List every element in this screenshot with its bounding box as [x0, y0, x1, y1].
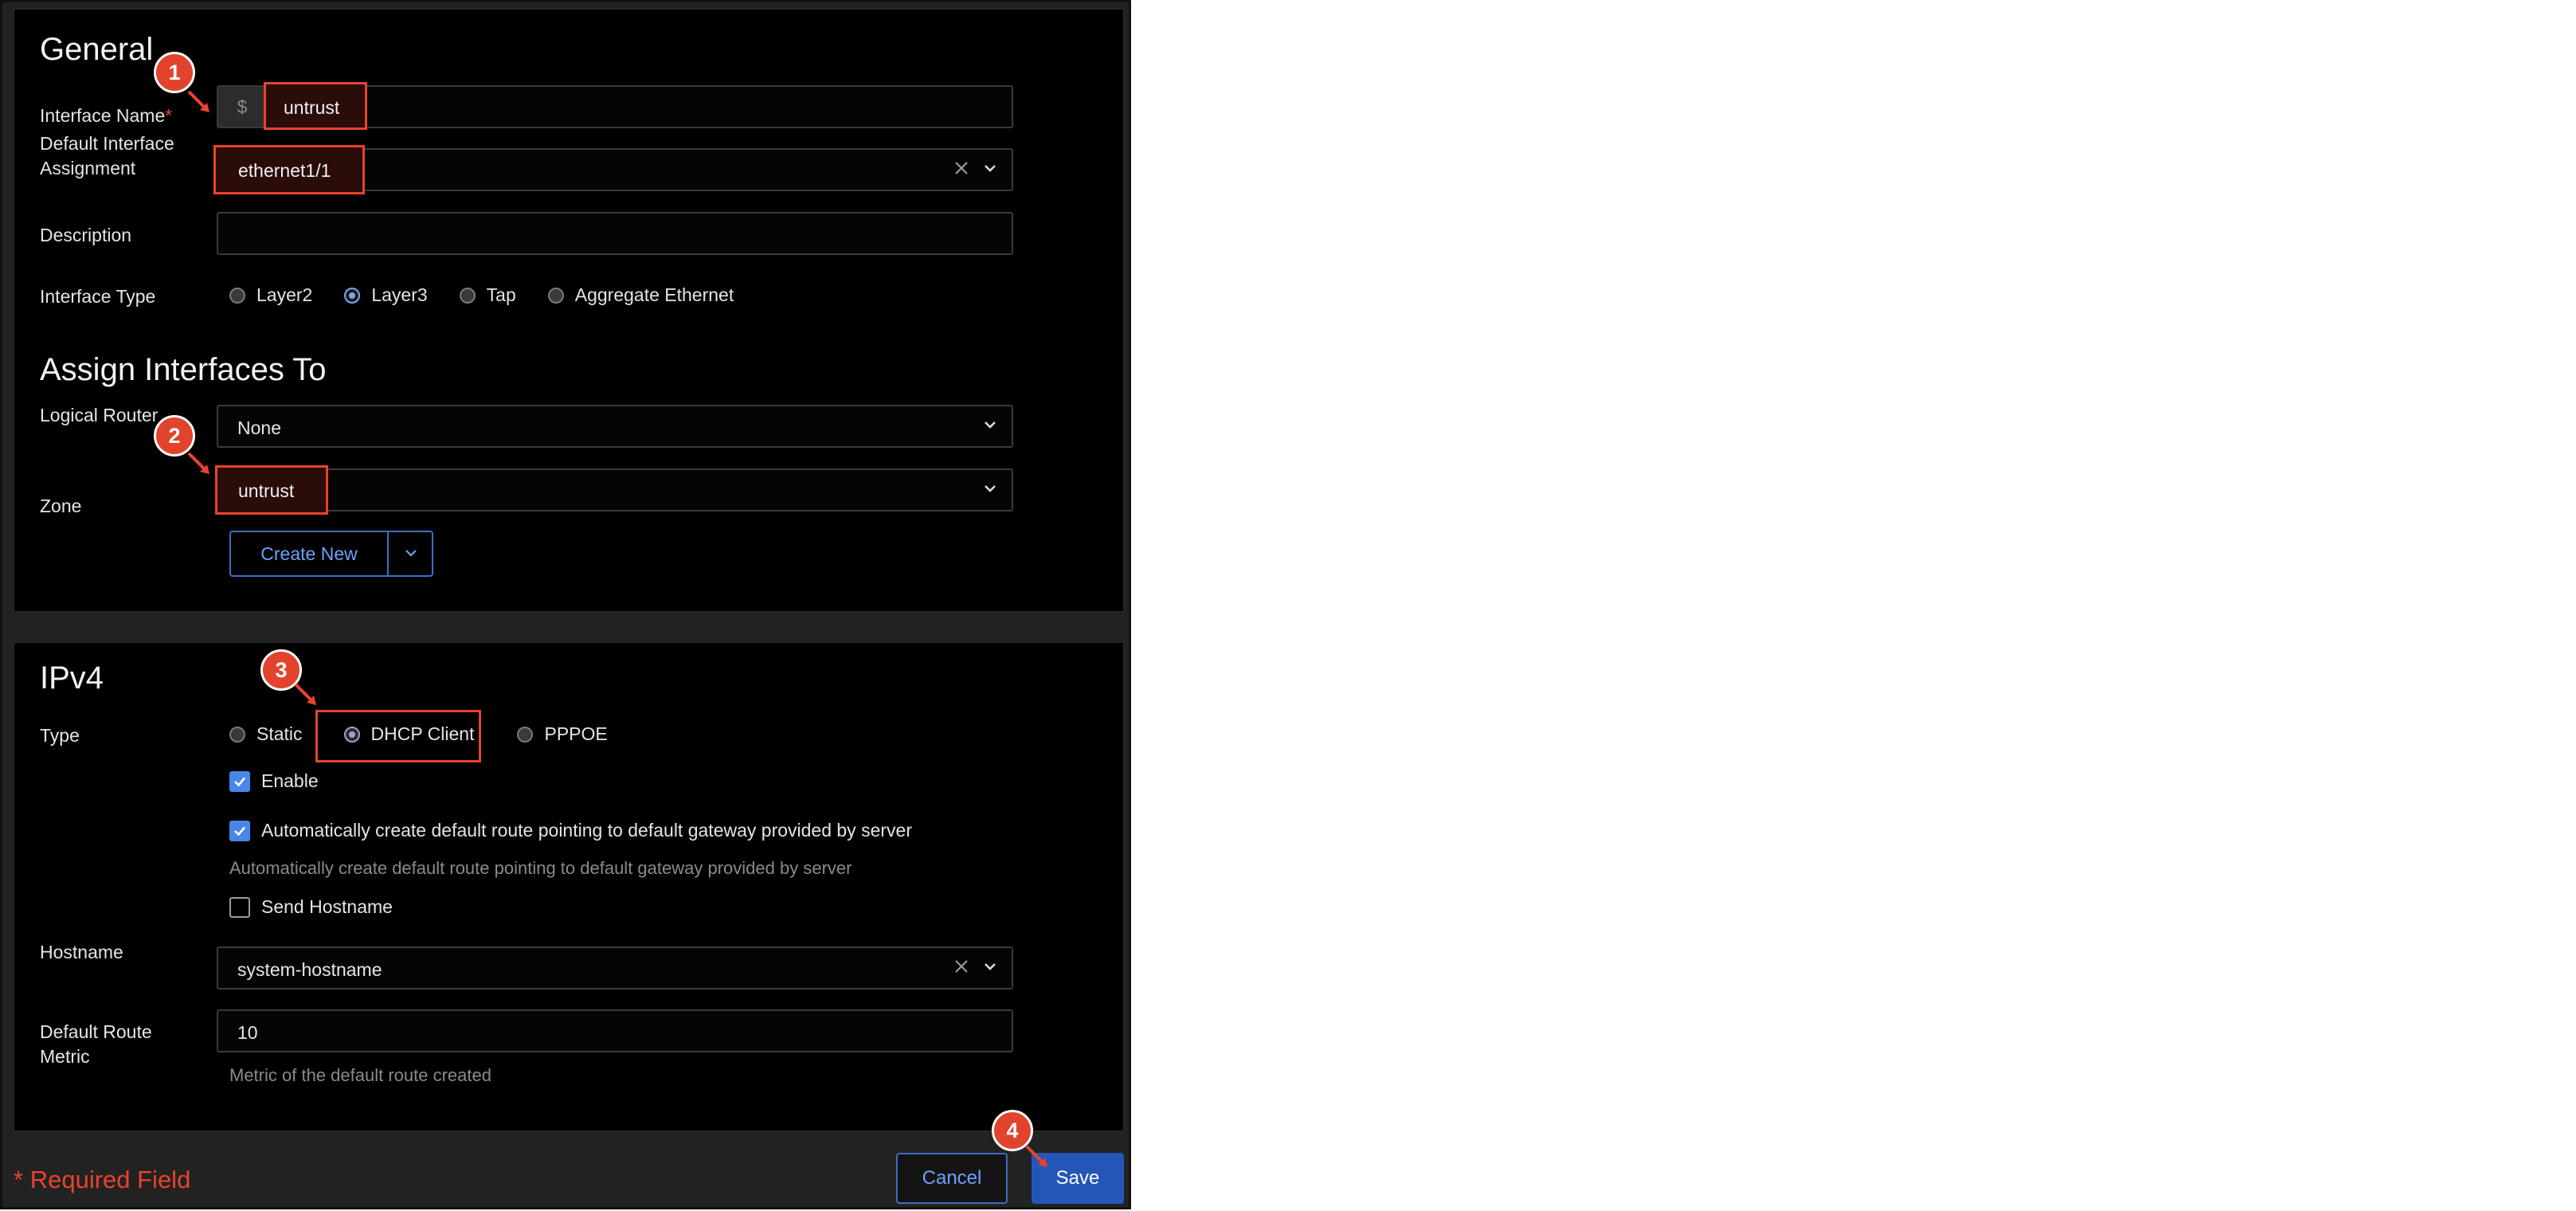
required-field-note: * Required Field: [14, 1166, 191, 1193]
annotation-arrow-icon: [187, 90, 209, 112]
chevron-down-icon[interactable]: [401, 543, 421, 562]
clear-icon[interactable]: [953, 958, 970, 975]
section-title-assign: Assign Interfaces To: [40, 352, 327, 387]
radio-button[interactable]: [517, 726, 534, 743]
radio-button[interactable]: [459, 287, 476, 304]
interface-name-label: Interface Name*: [40, 105, 173, 126]
auto-route-help: Automatically create default route point…: [229, 858, 852, 878]
annotation-arrow-icon: [1025, 1145, 1047, 1167]
radio-pppoe[interactable]: PPPOE: [517, 723, 608, 745]
metric-help: Metric of the default route created: [229, 1065, 491, 1085]
section-title-ipv4: IPv4: [40, 660, 104, 696]
checkbox-empty-icon[interactable]: [229, 896, 250, 918]
radio-button[interactable]: [547, 287, 564, 304]
default-assignment-label: Default Interface Assignment: [40, 133, 174, 178]
create-new-button[interactable]: Create New: [229, 531, 433, 577]
ipv4-type-label: Type: [40, 725, 80, 746]
clear-icon[interactable]: [953, 159, 970, 177]
hostname-select[interactable]: system-hostname: [217, 946, 1013, 990]
chevron-down-icon[interactable]: [981, 159, 999, 177]
dhcp-highlight: [315, 710, 481, 762]
section-title-general: General: [40, 32, 154, 67]
chevron-down-icon[interactable]: [981, 958, 999, 975]
radio-button-selected[interactable]: [344, 287, 361, 304]
radio-button[interactable]: [229, 287, 245, 304]
default-route-metric-label: Default Route Metric: [40, 1021, 152, 1067]
zone-value[interactable]: untrust: [215, 465, 328, 515]
logical-router-label: Logical Router: [40, 405, 159, 425]
enable-checkbox[interactable]: Enable: [229, 770, 319, 792]
auto-route-checkbox[interactable]: Automatically create default route point…: [229, 820, 912, 841]
annotation-badge-1: 1: [154, 52, 195, 93]
interface-name-input[interactable]: untrust: [264, 82, 367, 130]
annotation-arrow-icon: [294, 683, 316, 705]
interface-type-label: Interface Type: [40, 286, 156, 307]
required-asterisk: *: [165, 105, 173, 126]
send-hostname-checkbox[interactable]: Send Hostname: [229, 896, 393, 918]
chevron-down-icon[interactable]: [981, 480, 999, 497]
interface-config-dialog: General Interface Name* $ untrust Defaul…: [0, 0, 1131, 1209]
description-input[interactable]: [217, 212, 1013, 255]
cancel-button[interactable]: Cancel: [896, 1153, 1008, 1204]
radio-button[interactable]: [229, 726, 245, 743]
radio-tap[interactable]: Tap: [459, 284, 516, 306]
radio-layer3[interactable]: Layer3: [344, 284, 428, 306]
zone-select[interactable]: [217, 468, 1013, 511]
annotation-arrow-icon: [187, 452, 209, 474]
radio-layer2[interactable]: Layer2: [229, 284, 312, 306]
default-assignment-value[interactable]: ethernet1/1: [213, 145, 365, 194]
description-label: Description: [40, 225, 132, 245]
chevron-down-icon[interactable]: [981, 416, 999, 433]
ipv4-panel: IPv4 Type Static DHCP Client PPPOE Enabl…: [14, 642, 1124, 1131]
default-route-metric-input[interactable]: 10: [217, 1009, 1013, 1052]
checkbox-checked-icon[interactable]: [229, 820, 250, 841]
logical-router-select[interactable]: None: [217, 405, 1013, 448]
general-panel: General Interface Name* $ untrust Defaul…: [14, 9, 1124, 612]
radio-aggregate-ethernet[interactable]: Aggregate Ethernet: [547, 284, 734, 306]
zone-label: Zone: [40, 496, 82, 516]
dollar-prefix: $: [218, 87, 266, 127]
radio-static[interactable]: Static: [229, 723, 303, 745]
hostname-label: Hostname: [40, 942, 123, 962]
interface-type-group: Layer2 Layer3 Tap Aggregate Ethernet: [229, 284, 765, 306]
checkbox-checked-icon[interactable]: [229, 770, 250, 792]
